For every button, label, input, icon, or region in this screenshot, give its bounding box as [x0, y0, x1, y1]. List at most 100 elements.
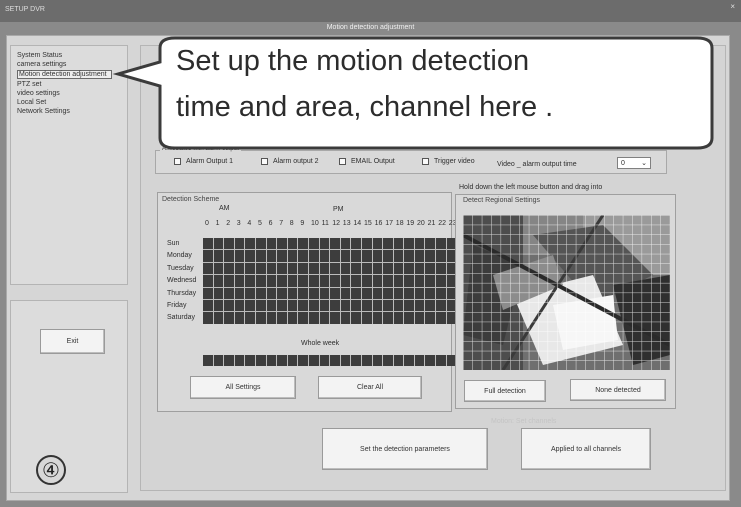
schedule-cell[interactable] [277, 262, 287, 275]
schedule-cell[interactable] [203, 262, 213, 275]
whole-week-cell[interactable] [414, 355, 425, 366]
schedule-cell[interactable] [372, 250, 383, 262]
schedule-cell[interactable] [425, 275, 436, 287]
schedule-grid[interactable] [203, 238, 457, 324]
schedule-cell[interactable] [266, 299, 277, 312]
schedule-cell[interactable] [351, 312, 361, 324]
schedule-cell[interactable] [213, 299, 224, 312]
schedule-cell[interactable] [224, 238, 234, 250]
schedule-cell[interactable] [361, 312, 372, 324]
schedule-cell[interactable] [436, 238, 446, 250]
schedule-cell[interactable] [308, 312, 319, 324]
schedule-cell[interactable] [319, 262, 330, 275]
schedule-cell[interactable] [245, 312, 255, 324]
schedule-cell[interactable] [383, 262, 393, 275]
whole-week-cell[interactable] [224, 355, 234, 366]
whole-week-cell[interactable] [436, 355, 446, 366]
schedule-cell[interactable] [436, 312, 446, 324]
whole-week-cell[interactable] [393, 355, 404, 366]
schedule-cell[interactable] [266, 275, 277, 287]
schedule-cell[interactable] [266, 250, 277, 262]
whole-week-cell[interactable] [308, 355, 319, 366]
schedule-cell[interactable] [287, 287, 298, 299]
schedule-cell[interactable] [361, 275, 372, 287]
schedule-cell[interactable] [425, 312, 436, 324]
whole-week-cell[interactable] [404, 355, 414, 366]
schedule-cell[interactable] [404, 250, 414, 262]
schedule-cell[interactable] [287, 262, 298, 275]
schedule-cell[interactable] [330, 299, 340, 312]
schedule-cell[interactable] [255, 312, 266, 324]
schedule-cell[interactable] [393, 275, 404, 287]
schedule-cell[interactable] [319, 287, 330, 299]
schedule-cell[interactable] [266, 238, 277, 250]
schedule-cell[interactable] [308, 275, 319, 287]
schedule-cell[interactable] [372, 262, 383, 275]
schedule-cell[interactable] [234, 238, 245, 250]
schedule-cell[interactable] [351, 262, 361, 275]
schedule-cell[interactable] [213, 287, 224, 299]
schedule-cell[interactable] [213, 238, 224, 250]
schedule-cell[interactable] [330, 312, 340, 324]
schedule-cell[interactable] [203, 250, 213, 262]
schedule-cell[interactable] [361, 238, 372, 250]
schedule-cell[interactable] [330, 238, 340, 250]
schedule-cell[interactable] [308, 299, 319, 312]
schedule-cell[interactable] [340, 287, 351, 299]
schedule-cell[interactable] [255, 275, 266, 287]
schedule-cell[interactable] [298, 250, 308, 262]
schedule-cell[interactable] [234, 312, 245, 324]
schedule-cell[interactable] [245, 250, 255, 262]
clear-all-button[interactable]: Clear All [318, 376, 422, 399]
schedule-cell[interactable] [234, 299, 245, 312]
schedule-cell[interactable] [298, 238, 308, 250]
schedule-cell[interactable] [425, 299, 436, 312]
schedule-cell[interactable] [298, 287, 308, 299]
schedule-cell[interactable] [287, 312, 298, 324]
schedule-cell[interactable] [203, 287, 213, 299]
schedule-cell[interactable] [298, 275, 308, 287]
schedule-cell[interactable] [287, 238, 298, 250]
whole-week-cell[interactable] [351, 355, 361, 366]
schedule-cell[interactable] [372, 312, 383, 324]
schedule-cell[interactable] [404, 275, 414, 287]
schedule-cell[interactable] [308, 262, 319, 275]
schedule-cell[interactable] [224, 275, 234, 287]
schedule-cell[interactable] [414, 262, 425, 275]
schedule-cell[interactable] [425, 287, 436, 299]
schedule-cell[interactable] [319, 250, 330, 262]
whole-week-cell[interactable] [298, 355, 308, 366]
schedule-cell[interactable] [404, 287, 414, 299]
schedule-cell[interactable] [319, 312, 330, 324]
schedule-cell[interactable] [319, 275, 330, 287]
schedule-cell[interactable] [383, 299, 393, 312]
schedule-cell[interactable] [245, 287, 255, 299]
schedule-cell[interactable] [436, 275, 446, 287]
schedule-cell[interactable] [245, 238, 255, 250]
schedule-cell[interactable] [255, 299, 266, 312]
schedule-cell[interactable] [330, 275, 340, 287]
schedule-cell[interactable] [414, 287, 425, 299]
schedule-cell[interactable] [383, 275, 393, 287]
whole-week-cell[interactable] [330, 355, 340, 366]
schedule-cell[interactable] [298, 312, 308, 324]
schedule-cell[interactable] [308, 287, 319, 299]
schedule-cell[interactable] [351, 238, 361, 250]
none-detected-button[interactable]: None detected [570, 379, 666, 401]
schedule-cell[interactable] [203, 312, 213, 324]
apply-to-all-channels-button[interactable]: Applied to all channels [521, 428, 651, 470]
schedule-cell[interactable] [330, 287, 340, 299]
schedule-cell[interactable] [287, 250, 298, 262]
schedule-cell[interactable] [255, 287, 266, 299]
schedule-cell[interactable] [425, 238, 436, 250]
schedule-cell[interactable] [414, 299, 425, 312]
schedule-cell[interactable] [298, 262, 308, 275]
whole-week-cell[interactable] [203, 355, 213, 366]
schedule-cell[interactable] [277, 275, 287, 287]
schedule-cell[interactable] [351, 287, 361, 299]
schedule-cell[interactable] [351, 275, 361, 287]
schedule-cell[interactable] [340, 299, 351, 312]
schedule-cell[interactable] [436, 287, 446, 299]
set-detection-parameters-button[interactable]: Set the detection parameters [322, 428, 488, 470]
schedule-cell[interactable] [404, 299, 414, 312]
